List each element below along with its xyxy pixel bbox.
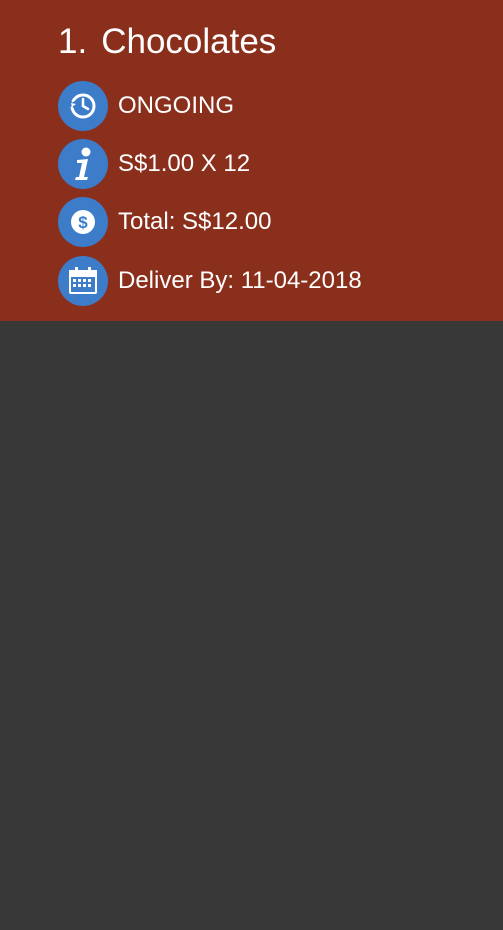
status-row: ONGOING <box>58 81 234 131</box>
calendar-icon <box>58 256 108 306</box>
order-status: ONGOING <box>118 92 235 119</box>
clock-history-icon <box>58 81 108 131</box>
total-row: $ Total: S$12.00 <box>58 197 271 247</box>
dollar-coin-icon: $ <box>58 197 108 247</box>
price-row: S$1.00 X 12 <box>58 139 250 189</box>
order-name: Chocolates <box>101 22 277 61</box>
unit-price-quantity: S$1.00 X 12 <box>118 150 251 177</box>
order-title: 1. Chocolates <box>58 20 276 64</box>
info-icon <box>58 139 108 189</box>
order-card[interactable]: 1. Chocolates ONGOING S$1.00 X 12 $ Tota… <box>0 0 503 321</box>
order-index: 1. <box>58 22 88 61</box>
svg-text:$: $ <box>78 213 88 232</box>
delivery-row: Deliver By: 11-04-2018 <box>58 256 362 306</box>
empty-list-area <box>0 321 503 930</box>
order-total: Total: S$12.00 <box>118 208 272 235</box>
deliver-by-date: Deliver By: 11-04-2018 <box>118 267 362 294</box>
